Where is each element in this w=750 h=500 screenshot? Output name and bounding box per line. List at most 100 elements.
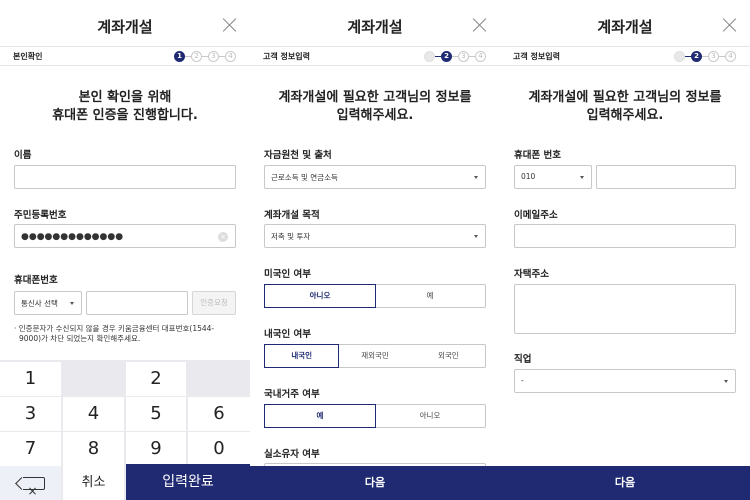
input-complete-button[interactable]: 입력완료 bbox=[126, 464, 250, 500]
heading-line-1: 계좌개설에 필요한 고객님의 정보를 bbox=[278, 90, 472, 105]
chevron-down-icon bbox=[474, 176, 478, 179]
purpose-select[interactable]: 저축 및 투자 bbox=[264, 224, 486, 248]
close-icon[interactable] bbox=[472, 17, 488, 33]
step-1: 1 bbox=[424, 51, 435, 62]
next-button[interactable]: 다음 bbox=[500, 466, 750, 500]
nationality-label: 내국인 여부 bbox=[264, 329, 312, 340]
rrn-input[interactable]: ●●●●●●●●●●●●● × bbox=[14, 224, 236, 248]
page-title: 계좌개설 bbox=[347, 18, 403, 36]
heading: 계좌개설에 필요한 고객님의 정보를 입력해주세요. bbox=[250, 89, 500, 125]
heading-line-2: 입력해주세요. bbox=[586, 108, 664, 123]
step-bar: 고객 정보입력 1 2 3 4 bbox=[250, 46, 500, 66]
nationality-overseas-korean[interactable]: 재외국민 bbox=[338, 345, 411, 367]
phone-label: 휴대폰번호 bbox=[14, 275, 58, 286]
identity-verification-screen: 계좌개설 본인확인 1 2 3 4 본인 확인을 위해 휴대폰 인증을 진행합니… bbox=[0, 0, 250, 500]
key-0[interactable]: 0 bbox=[188, 432, 250, 466]
key-8[interactable]: 8 bbox=[63, 432, 124, 466]
rrn-label: 주민등록번호 bbox=[14, 210, 67, 221]
request-verification-button[interactable]: 인증요청 bbox=[192, 291, 236, 315]
key-2[interactable]: 2 bbox=[126, 362, 186, 396]
chevron-down-icon bbox=[474, 235, 478, 238]
step-3: 3 bbox=[208, 51, 219, 62]
fund-source-select[interactable]: 근로소득 및 연금소득 bbox=[264, 165, 486, 189]
verification-note: · 인증문자가 수신되지 않을 경우 키움금융센터 대표번호(1544- 900… bbox=[14, 324, 240, 344]
backspace-key[interactable] bbox=[0, 466, 61, 500]
key-5[interactable]: 5 bbox=[126, 397, 186, 431]
heading-line-1: 본인 확인을 위해 bbox=[78, 90, 172, 105]
residence-label: 국내거주 여부 bbox=[264, 389, 320, 400]
step-1: 1 bbox=[174, 51, 185, 62]
heading: 본인 확인을 위해 휴대폰 인증을 진행합니다. bbox=[0, 89, 250, 125]
job-label: 직업 bbox=[514, 354, 532, 365]
clear-icon[interactable]: × bbox=[218, 232, 228, 242]
key-3[interactable]: 3 bbox=[0, 397, 61, 431]
step-indicator: 1 2 3 4 bbox=[174, 51, 236, 62]
chevron-down-icon bbox=[580, 176, 584, 179]
us-person-toggle: 아니오 예 bbox=[264, 284, 486, 308]
key-4[interactable]: 4 bbox=[63, 397, 124, 431]
step-4: 4 bbox=[475, 51, 486, 62]
key-empty bbox=[63, 362, 124, 396]
us-person-yes[interactable]: 예 bbox=[375, 285, 485, 307]
step-label: 고객 정보입력 bbox=[513, 52, 560, 61]
heading-line-2: 입력해주세요. bbox=[336, 108, 414, 123]
step-2: 2 bbox=[191, 51, 202, 62]
job-value: - bbox=[521, 376, 524, 385]
email-label: 이메일주소 bbox=[514, 210, 558, 221]
address-input[interactable] bbox=[514, 284, 736, 334]
fund-source-label: 자금원천 및 출처 bbox=[264, 150, 332, 161]
next-button[interactable]: 다음 bbox=[250, 466, 500, 500]
number-keypad: 1 2 3 4 5 6 7 8 9 0 취소 입력완료 bbox=[0, 360, 250, 500]
carrier-select[interactable]: 통신사 선택 bbox=[14, 291, 82, 315]
backspace-icon bbox=[22, 474, 45, 500]
rrn-masked-value: ●●●●●●●●●●●●● bbox=[21, 232, 124, 242]
key-empty bbox=[188, 362, 250, 396]
header: 계좌개설 bbox=[0, 0, 250, 52]
heading: 계좌개설에 필요한 고객님의 정보를 입력해주세요. bbox=[500, 89, 750, 125]
step-bar: 본인확인 1 2 3 4 bbox=[0, 46, 250, 66]
residence-toggle: 예 아니오 bbox=[264, 404, 486, 428]
step-4: 4 bbox=[225, 51, 236, 62]
cancel-key[interactable]: 취소 bbox=[63, 466, 124, 500]
us-person-no[interactable]: 아니오 bbox=[264, 284, 376, 308]
job-select[interactable]: - bbox=[514, 369, 736, 393]
purpose-value: 저축 및 투자 bbox=[271, 232, 311, 241]
close-icon[interactable] bbox=[222, 17, 238, 33]
beneficial-owner-label: 실소유자 여부 bbox=[264, 449, 320, 460]
phone-prefix-value: 010 bbox=[521, 172, 536, 181]
name-label: 이름 bbox=[14, 150, 32, 161]
contact-info-screen: 계좌개설 고객 정보입력 1 2 3 4 계좌개설에 필요한 고객님의 정보를 … bbox=[500, 0, 750, 500]
fund-source-value: 근로소득 및 연금소득 bbox=[271, 173, 338, 182]
key-6[interactable]: 6 bbox=[188, 397, 250, 431]
step-bar: 고객 정보입력 1 2 3 4 bbox=[500, 46, 750, 66]
key-1[interactable]: 1 bbox=[0, 362, 61, 396]
step-1: 1 bbox=[674, 51, 685, 62]
residence-yes[interactable]: 예 bbox=[264, 404, 376, 428]
key-7[interactable]: 7 bbox=[0, 432, 61, 466]
step-3: 3 bbox=[708, 51, 719, 62]
residence-no[interactable]: 아니오 bbox=[375, 405, 485, 427]
note-line-2: 9000)가 차단 되었는지 확인해주세요. bbox=[19, 334, 141, 343]
key-9[interactable]: 9 bbox=[126, 432, 186, 466]
step-label: 본인확인 bbox=[13, 52, 43, 61]
close-icon[interactable] bbox=[722, 17, 738, 33]
note-line-1: · 인증문자가 수신되지 않을 경우 키움금융센터 대표번호(1544- bbox=[14, 324, 215, 333]
address-label: 자택주소 bbox=[514, 269, 549, 280]
phone-prefix-select[interactable]: 010 bbox=[514, 165, 592, 189]
nationality-domestic[interactable]: 내국인 bbox=[264, 344, 340, 368]
phone-input[interactable] bbox=[86, 291, 188, 315]
page-title: 계좌개설 bbox=[97, 18, 153, 36]
mobile-label: 휴대폰 번호 bbox=[514, 150, 562, 161]
us-person-label: 미국인 여부 bbox=[264, 269, 312, 280]
heading-line-2: 휴대폰 인증을 진행합니다. bbox=[52, 108, 198, 123]
email-input[interactable] bbox=[514, 224, 736, 248]
step-4: 4 bbox=[725, 51, 736, 62]
nationality-foreigner[interactable]: 외국인 bbox=[412, 345, 485, 367]
name-input[interactable] bbox=[14, 165, 236, 189]
mobile-number-input[interactable] bbox=[596, 165, 736, 189]
purpose-label: 계좌개설 목적 bbox=[264, 210, 320, 221]
step-indicator: 1 2 3 4 bbox=[424, 51, 486, 62]
customer-info-screen: 계좌개설 고객 정보입력 1 2 3 4 계좌개설에 필요한 고객님의 정보를 … bbox=[250, 0, 500, 500]
step-indicator: 1 2 3 4 bbox=[674, 51, 736, 62]
step-2: 2 bbox=[691, 51, 702, 62]
